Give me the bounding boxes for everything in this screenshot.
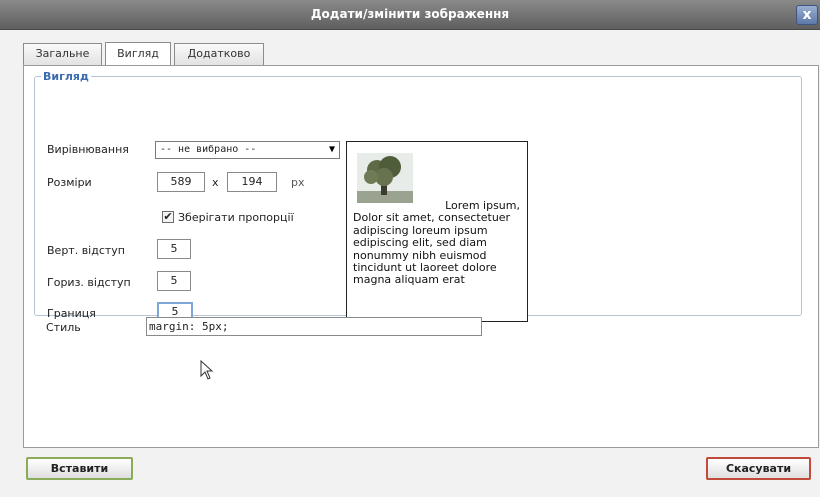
dimensions-label: Розміри (47, 176, 92, 189)
tab-general[interactable]: Загальне (23, 43, 102, 65)
close-button[interactable]: x (796, 5, 818, 25)
width-input[interactable]: 589 (157, 172, 205, 192)
fieldset-legend: Вигляд (43, 70, 89, 83)
align-label: Вирівнювання (47, 143, 129, 156)
style-input[interactable]: margin: 5px; (146, 317, 482, 336)
tab-panel: Вигляд Вирівнювання -- не вибрано -- ▼ Р… (23, 65, 819, 448)
border-label: Границя (47, 307, 96, 320)
keep-proportions-checkbox[interactable]: ✔ (162, 211, 174, 223)
hspace-input[interactable]: 5 (157, 271, 191, 291)
align-select[interactable]: -- не вибрано -- ▼ (155, 141, 340, 159)
unit-label: px (291, 176, 305, 189)
dialog-titlebar: Додати/змінити зображення x (0, 0, 820, 30)
appearance-fieldset: Вигляд Вирівнювання -- не вибрано -- ▼ Р… (34, 70, 802, 322)
dimensions-times: x (212, 176, 219, 189)
insert-button[interactable]: Вставити (26, 457, 133, 480)
tab-advanced[interactable]: Додатково (174, 43, 264, 65)
dialog-body: Загальне Вигляд Додатково Вигляд Вирівню… (0, 30, 820, 497)
keep-proportions-label: Зберігати пропорції (178, 211, 294, 224)
preview-body: Dolor sit amet, consectetuer adipiscing … (353, 211, 511, 287)
hspace-label: Гориз. відступ (47, 276, 131, 289)
preview-text: Lorem ipsum, Dolor sit amet, consectetue… (353, 199, 523, 287)
vspace-input[interactable]: 5 (157, 239, 191, 259)
close-icon: x (802, 7, 812, 23)
cancel-button[interactable]: Скасувати (706, 457, 811, 480)
tree-thumbnail-image (357, 153, 413, 203)
image-preview: Lorem ipsum, Dolor sit amet, consectetue… (346, 141, 528, 322)
mouse-pointer-icon (200, 359, 214, 383)
align-select-value: -- не вибрано -- (160, 144, 257, 155)
dropdown-arrow-icon: ▼ (328, 144, 335, 155)
vspace-label: Верт. відступ (47, 244, 125, 257)
style-label: Стиль (46, 321, 81, 334)
dialog-title: Додати/змінити зображення (310, 7, 510, 21)
height-input[interactable]: 194 (227, 172, 277, 192)
tab-appearance[interactable]: Вигляд (105, 42, 171, 65)
